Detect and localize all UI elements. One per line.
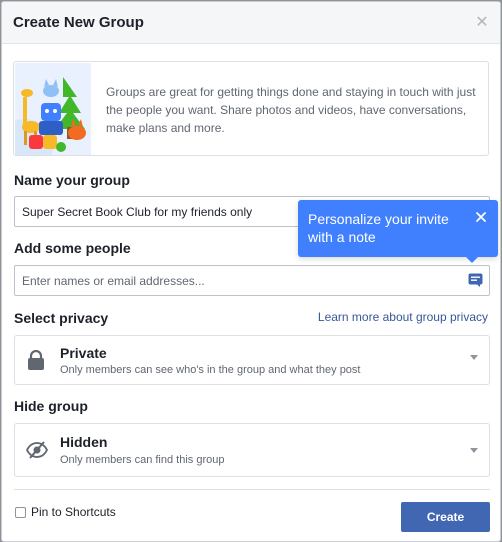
dialog-header: Create New Group ✕	[2, 2, 500, 44]
groups-illustration	[15, 63, 91, 155]
close-icon[interactable]: ✕	[474, 15, 490, 31]
name-group-label: Name your group	[14, 172, 130, 188]
select-privacy-label: Select privacy	[14, 310, 109, 326]
footer-divider	[14, 489, 490, 490]
learn-privacy-link[interactable]: Learn more about group privacy	[318, 310, 488, 324]
dialog-title: Create New Group	[13, 14, 144, 31]
intro-text: Groups are great for getting things done…	[106, 85, 476, 135]
pin-shortcuts-label: Pin to Shortcuts	[31, 505, 116, 519]
tooltip-close-icon[interactable]	[474, 210, 488, 224]
hide-option-desc: Only members can find this group	[60, 454, 225, 466]
create-group-dialog: Create New Group ✕ Groups are great for …	[1, 1, 501, 542]
privacy-select[interactable]: Private Only members can see who's in th…	[14, 335, 490, 385]
personalize-note-icon[interactable]	[468, 273, 483, 287]
pin-shortcuts-toggle[interactable]: Pin to Shortcuts	[14, 505, 116, 519]
intro-card: Groups are great for getting things done…	[13, 61, 489, 156]
hide-group-label: Hide group	[14, 398, 88, 414]
add-people-label: Add some people	[14, 240, 131, 256]
lock-icon	[28, 350, 44, 370]
privacy-option-title: Private	[60, 345, 107, 361]
hide-group-select[interactable]: Hidden Only members can find this group	[14, 423, 490, 477]
personalize-tooltip: Personalize your invite with a note	[298, 200, 498, 263]
create-button[interactable]: Create	[401, 502, 490, 532]
privacy-option-desc: Only members can see who's in the group …	[60, 364, 361, 376]
hidden-eye-icon	[26, 441, 48, 459]
chevron-down-icon	[470, 448, 478, 453]
hide-option-title: Hidden	[60, 434, 108, 450]
tooltip-text: Personalize your invite with a note	[308, 211, 449, 245]
tooltip-arrow	[466, 257, 478, 263]
add-people-input[interactable]	[14, 265, 490, 296]
pin-shortcuts-checkbox[interactable]	[15, 506, 26, 518]
chevron-down-icon	[470, 355, 478, 360]
